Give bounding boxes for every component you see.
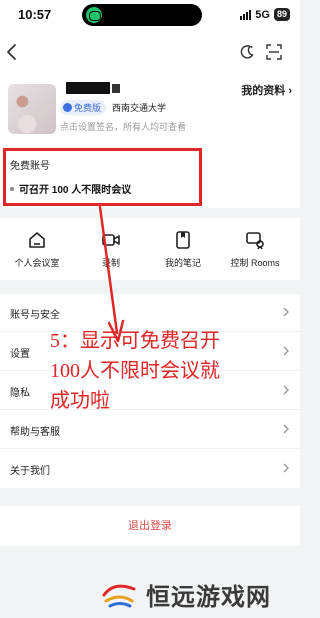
settings-label: 帮助与客服 xyxy=(10,427,60,438)
logout-bar: 退出登录 xyxy=(0,506,300,546)
status-bar: 10:57 5G 89 xyxy=(0,0,300,30)
quick-action-control-rooms[interactable]: 控制 Rooms xyxy=(220,230,290,269)
control-rooms-icon xyxy=(246,232,264,250)
dynamic-island xyxy=(82,4,202,26)
settings-row-about[interactable]: 关于我们 xyxy=(0,450,300,488)
chevron-right-icon xyxy=(283,307,289,317)
account-title: 免费账号 xyxy=(10,161,50,172)
quick-action-meeting-room[interactable]: 个人会议室 xyxy=(2,230,72,269)
organization-name: 西南交通大学 xyxy=(112,103,167,113)
scan-icon[interactable] xyxy=(266,44,282,60)
settings-label: 隐私 xyxy=(10,388,30,399)
signal-icon xyxy=(240,9,252,20)
quick-action-notes[interactable]: 我的笔记 xyxy=(148,230,218,269)
back-arrow-icon[interactable] xyxy=(5,43,21,61)
settings-label: 账号与安全 xyxy=(10,310,60,321)
dark-mode-icon[interactable] xyxy=(239,44,255,60)
annotation-text: 5：显示可免费召开 100人不限时会议就 成功啦 xyxy=(50,330,220,412)
network-type: 5G xyxy=(255,8,270,21)
free-plan-badge: 免费版 xyxy=(60,100,107,115)
my-profile-link[interactable]: 我的资料 › xyxy=(241,82,292,98)
chevron-right-icon xyxy=(283,463,289,473)
account-card[interactable]: 免费账号 可召开 100 人不限时会议 xyxy=(0,146,300,208)
annotation-arrow xyxy=(98,205,125,343)
free-plan-label: 免费版 xyxy=(74,103,102,113)
plan-icon xyxy=(63,103,72,112)
meeting-room-icon xyxy=(29,232,45,248)
quick-action-label: 控制 Rooms xyxy=(230,258,280,268)
top-nav xyxy=(0,30,300,74)
status-indicators: 5G 89 xyxy=(240,8,290,21)
battery-icon: 89 xyxy=(273,8,290,21)
bullet-icon xyxy=(10,186,14,191)
quick-action-label: 我的笔记 xyxy=(164,258,201,268)
profile-header[interactable]: 我的资料 › 免费版 西南交通大学 点击设置签名，所有人均可查看 xyxy=(0,74,300,146)
watermark-logo-icon xyxy=(102,584,136,608)
account-feature: 可召开 100 人不限时会议 xyxy=(10,181,131,196)
redacted-user-name-tail xyxy=(112,84,120,93)
avatar[interactable] xyxy=(8,84,56,134)
settings-label: 设置 xyxy=(10,349,30,360)
chevron-right-icon xyxy=(283,424,289,434)
watermark: 恒远游戏网 xyxy=(100,574,271,614)
quick-actions: 个人会议室 录制 我的笔记 控制 Rooms xyxy=(0,218,300,280)
watermark-text: 恒远游戏网 xyxy=(146,584,271,611)
signature-hint[interactable]: 点击设置签名，所有人均可查看 xyxy=(60,120,186,133)
account-feature-text: 可召开 100 人不限时会议 xyxy=(19,185,132,196)
quick-action-label: 个人会议室 xyxy=(14,258,60,268)
wechat-activity-icon xyxy=(86,7,102,23)
status-time: 10:57 xyxy=(18,7,52,22)
settings-row-help[interactable]: 帮助与客服 xyxy=(0,411,300,449)
settings-label: 关于我们 xyxy=(10,466,50,477)
logout-button[interactable]: 退出登录 xyxy=(0,506,300,546)
redacted-user-name xyxy=(66,82,110,94)
notes-icon xyxy=(176,231,190,249)
